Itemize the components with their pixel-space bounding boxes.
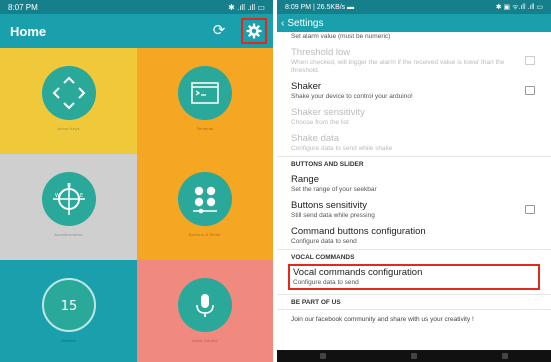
- buttons-sensitivity-checkbox[interactable]: [525, 205, 535, 214]
- tile-metrics[interactable]: 15 Metrics: [0, 260, 137, 362]
- tile-terminal[interactable]: Terminal: [137, 48, 273, 154]
- status-icons: ✱ .ıll .ıll ▭: [228, 2, 265, 12]
- nav-home-icon[interactable]: [410, 353, 417, 359]
- home-screen: 8:07 PM ✱ .ıll .ıll ▭ Home ⟳ Arrow Keys …: [0, 0, 273, 362]
- nav-back-icon[interactable]: [319, 353, 326, 359]
- gear-icon: [246, 23, 262, 39]
- svg-text:E: E: [80, 193, 83, 199]
- nav-recents-icon[interactable]: [502, 353, 509, 359]
- microphone-icon: [196, 294, 214, 317]
- tile-label: Arrow Keys: [57, 126, 80, 131]
- status-icons: ✱ ▣ ᯤ.ıll .ıll ▭: [495, 3, 543, 11]
- status-time: 8:07 PM: [8, 2, 38, 12]
- tile-label: Terminal: [196, 126, 214, 131]
- range-setting[interactable]: Range Set the range of your seekbar: [277, 171, 551, 197]
- alarm-value-setting[interactable]: Set alarm value (must be numeric): [277, 33, 551, 44]
- tile-label: Metrics: [61, 338, 76, 343]
- buttons-slider-icon: [193, 186, 217, 214]
- community-text[interactable]: Join our facebook community and share wi…: [277, 309, 551, 329]
- shaker-checkbox[interactable]: [525, 86, 535, 95]
- threshold-low-setting[interactable]: Threshold low When checked, will trigger…: [277, 44, 551, 78]
- compass-icon: N W E: [52, 183, 85, 215]
- refresh-icon[interactable]: ⟳: [211, 23, 227, 39]
- settings-list: Set alarm value (must be numeric) Thresh…: [277, 32, 551, 350]
- threshold-checkbox[interactable]: [525, 56, 535, 65]
- tile-label: Accelerometer: [54, 232, 83, 237]
- nav-bar: [277, 350, 551, 362]
- arrows-icon: [52, 76, 85, 110]
- shake-data-setting[interactable]: Shake data Configure data to send while …: [277, 130, 551, 156]
- status-bar: 8:07 PM ✱ .ıll .ıll ▭: [0, 0, 273, 14]
- section-header-vocal: VOCAL COMMANDS: [277, 249, 551, 264]
- command-buttons-configuration[interactable]: Command buttons configuration Configure …: [277, 223, 551, 249]
- tile-label: Voice Control: [191, 338, 219, 343]
- buttons-sensitivity-setting[interactable]: Buttons sensitivity Still send data whil…: [277, 197, 551, 223]
- back-arrow-icon[interactable]: ‹: [281, 18, 284, 29]
- timer-icon: 15: [60, 299, 77, 314]
- vocal-commands-configuration[interactable]: Vocal commands configuration Configure d…: [288, 264, 540, 290]
- shaker-sensitivity-setting[interactable]: Shaker sensitivity Choose from the list: [277, 104, 551, 130]
- section-header-buttons: BUTTONS AND SLIDER: [277, 156, 551, 171]
- status-bar: 8:09 PM | 26.5KB/s ▬ ✱ ▣ ᯤ.ıll .ıll ▭: [277, 0, 551, 14]
- terminal-icon: [191, 82, 219, 104]
- page-title: Settings: [287, 17, 324, 29]
- tile-buttons-slider[interactable]: Buttons & Slider: [137, 154, 273, 260]
- home-app-bar: Home ⟳: [0, 14, 273, 48]
- status-time: 8:09 PM | 26.5KB/s ▬: [285, 3, 355, 11]
- tile-label: Buttons & Slider: [189, 232, 221, 237]
- section-header-part-of-us: BE PART OF US: [277, 294, 551, 309]
- settings-screen: 8:09 PM | 26.5KB/s ▬ ✱ ▣ ᯤ.ıll .ıll ▭ ‹ …: [277, 0, 551, 362]
- tile-voice-control[interactable]: Voice Control: [137, 260, 273, 362]
- tile-arrow-keys[interactable]: Arrow Keys: [0, 48, 137, 154]
- page-title: Home: [10, 23, 47, 39]
- tile-accelerometer[interactable]: N W E Accelerometer: [0, 154, 137, 260]
- svg-text:W: W: [55, 193, 60, 199]
- svg-text:N: N: [67, 183, 71, 189]
- settings-button[interactable]: [241, 18, 267, 44]
- settings-app-bar: ‹ Settings: [277, 14, 551, 32]
- shaker-setting[interactable]: Shaker Shake your device to control your…: [277, 78, 551, 104]
- feature-grid: Arrow Keys Terminal N W E Accelerometer …: [0, 48, 273, 362]
- svg-text:15: 15: [60, 299, 77, 314]
